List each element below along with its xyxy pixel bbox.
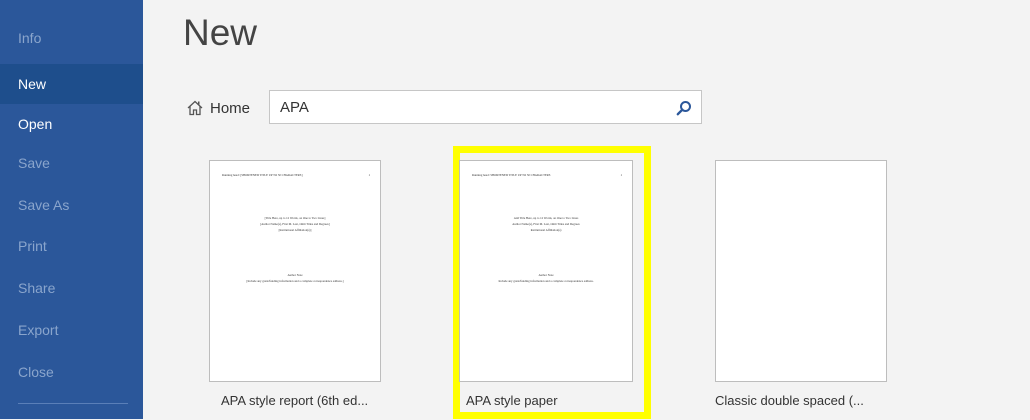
- thumbnail-running-head: Running head: SHORTENED TITLE UP TO 50 C…: [472, 173, 622, 177]
- thumbnail-author-line: Author Name(s), First M. Last, Omit Titl…: [512, 222, 580, 226]
- home-icon: [186, 99, 204, 117]
- thumbnail-title-line: Add Title Here, up to 12 Words, on One t…: [513, 216, 579, 220]
- template-search-box[interactable]: [269, 90, 702, 124]
- thumbnail-affiliation-line: [Institutional Affiliation(s)]: [278, 228, 312, 232]
- template-name: APA style paper: [466, 393, 558, 408]
- main-panel: New Home Running head: [SHORTENED T: [143, 0, 1030, 419]
- template-thumbnail: Running head: SHORTENED TITLE UP TO 50 C…: [459, 160, 633, 382]
- sidebar-item-export: Export: [18, 322, 59, 338]
- template-name: Classic double spaced (...: [715, 393, 864, 408]
- template-name: APA style report (6th ed...: [221, 393, 369, 408]
- template-thumbnail: [715, 160, 887, 382]
- search-input[interactable]: [270, 91, 665, 123]
- sidebar-item-print: Print: [18, 238, 47, 254]
- sidebar-item-save: Save: [18, 155, 50, 171]
- template-thumbnail: Running head: [SHORTENED TITLE UP TO 50 …: [209, 160, 381, 382]
- page-title: New: [183, 12, 258, 53]
- sidebar-item-open[interactable]: Open: [0, 104, 143, 144]
- thumbnail-title-line: [Title Here, up to 12 Words, on One to T…: [264, 216, 326, 220]
- template-classic-double-spaced[interactable]: Classic double spaced (...: [709, 150, 899, 420]
- sidebar-item-info: Info: [18, 30, 42, 46]
- backstage-sidebar: Info New Open Save Save As Print Share E…: [0, 0, 143, 419]
- search-icon: [676, 100, 692, 116]
- thumbnail-note-heading: Author Note: [538, 273, 554, 277]
- template-apa-style-paper[interactable]: Running head: SHORTENED TITLE UP TO 50 C…: [453, 146, 651, 419]
- home-label: Home: [210, 99, 251, 117]
- home-link[interactable]: Home: [186, 96, 250, 120]
- thumbnail-note-line: Include any grant/funding information an…: [498, 279, 594, 283]
- sidebar-item-new[interactable]: New: [0, 64, 143, 104]
- thumbnail-note-heading: Author Note: [287, 273, 303, 277]
- thumbnail-affiliation-line: Institutional Affiliation(s): [530, 228, 562, 232]
- sidebar-divider: [18, 403, 128, 404]
- search-button[interactable]: [673, 97, 695, 119]
- template-apa-style-report[interactable]: Running head: [SHORTENED TITLE UP TO 50 …: [203, 150, 393, 420]
- thumbnail-running-head: Running head: [SHORTENED TITLE UP TO 50 …: [222, 173, 370, 177]
- sidebar-item-share: Share: [18, 280, 56, 296]
- sidebar-item-close: Close: [18, 364, 54, 380]
- thumbnail-note-line: [Include any grant/funding information a…: [246, 279, 344, 283]
- sidebar-item-save-as: Save As: [18, 197, 70, 213]
- thumbnail-author-line: [Author Name(s), First M. Last, Omit Tit…: [260, 222, 330, 226]
